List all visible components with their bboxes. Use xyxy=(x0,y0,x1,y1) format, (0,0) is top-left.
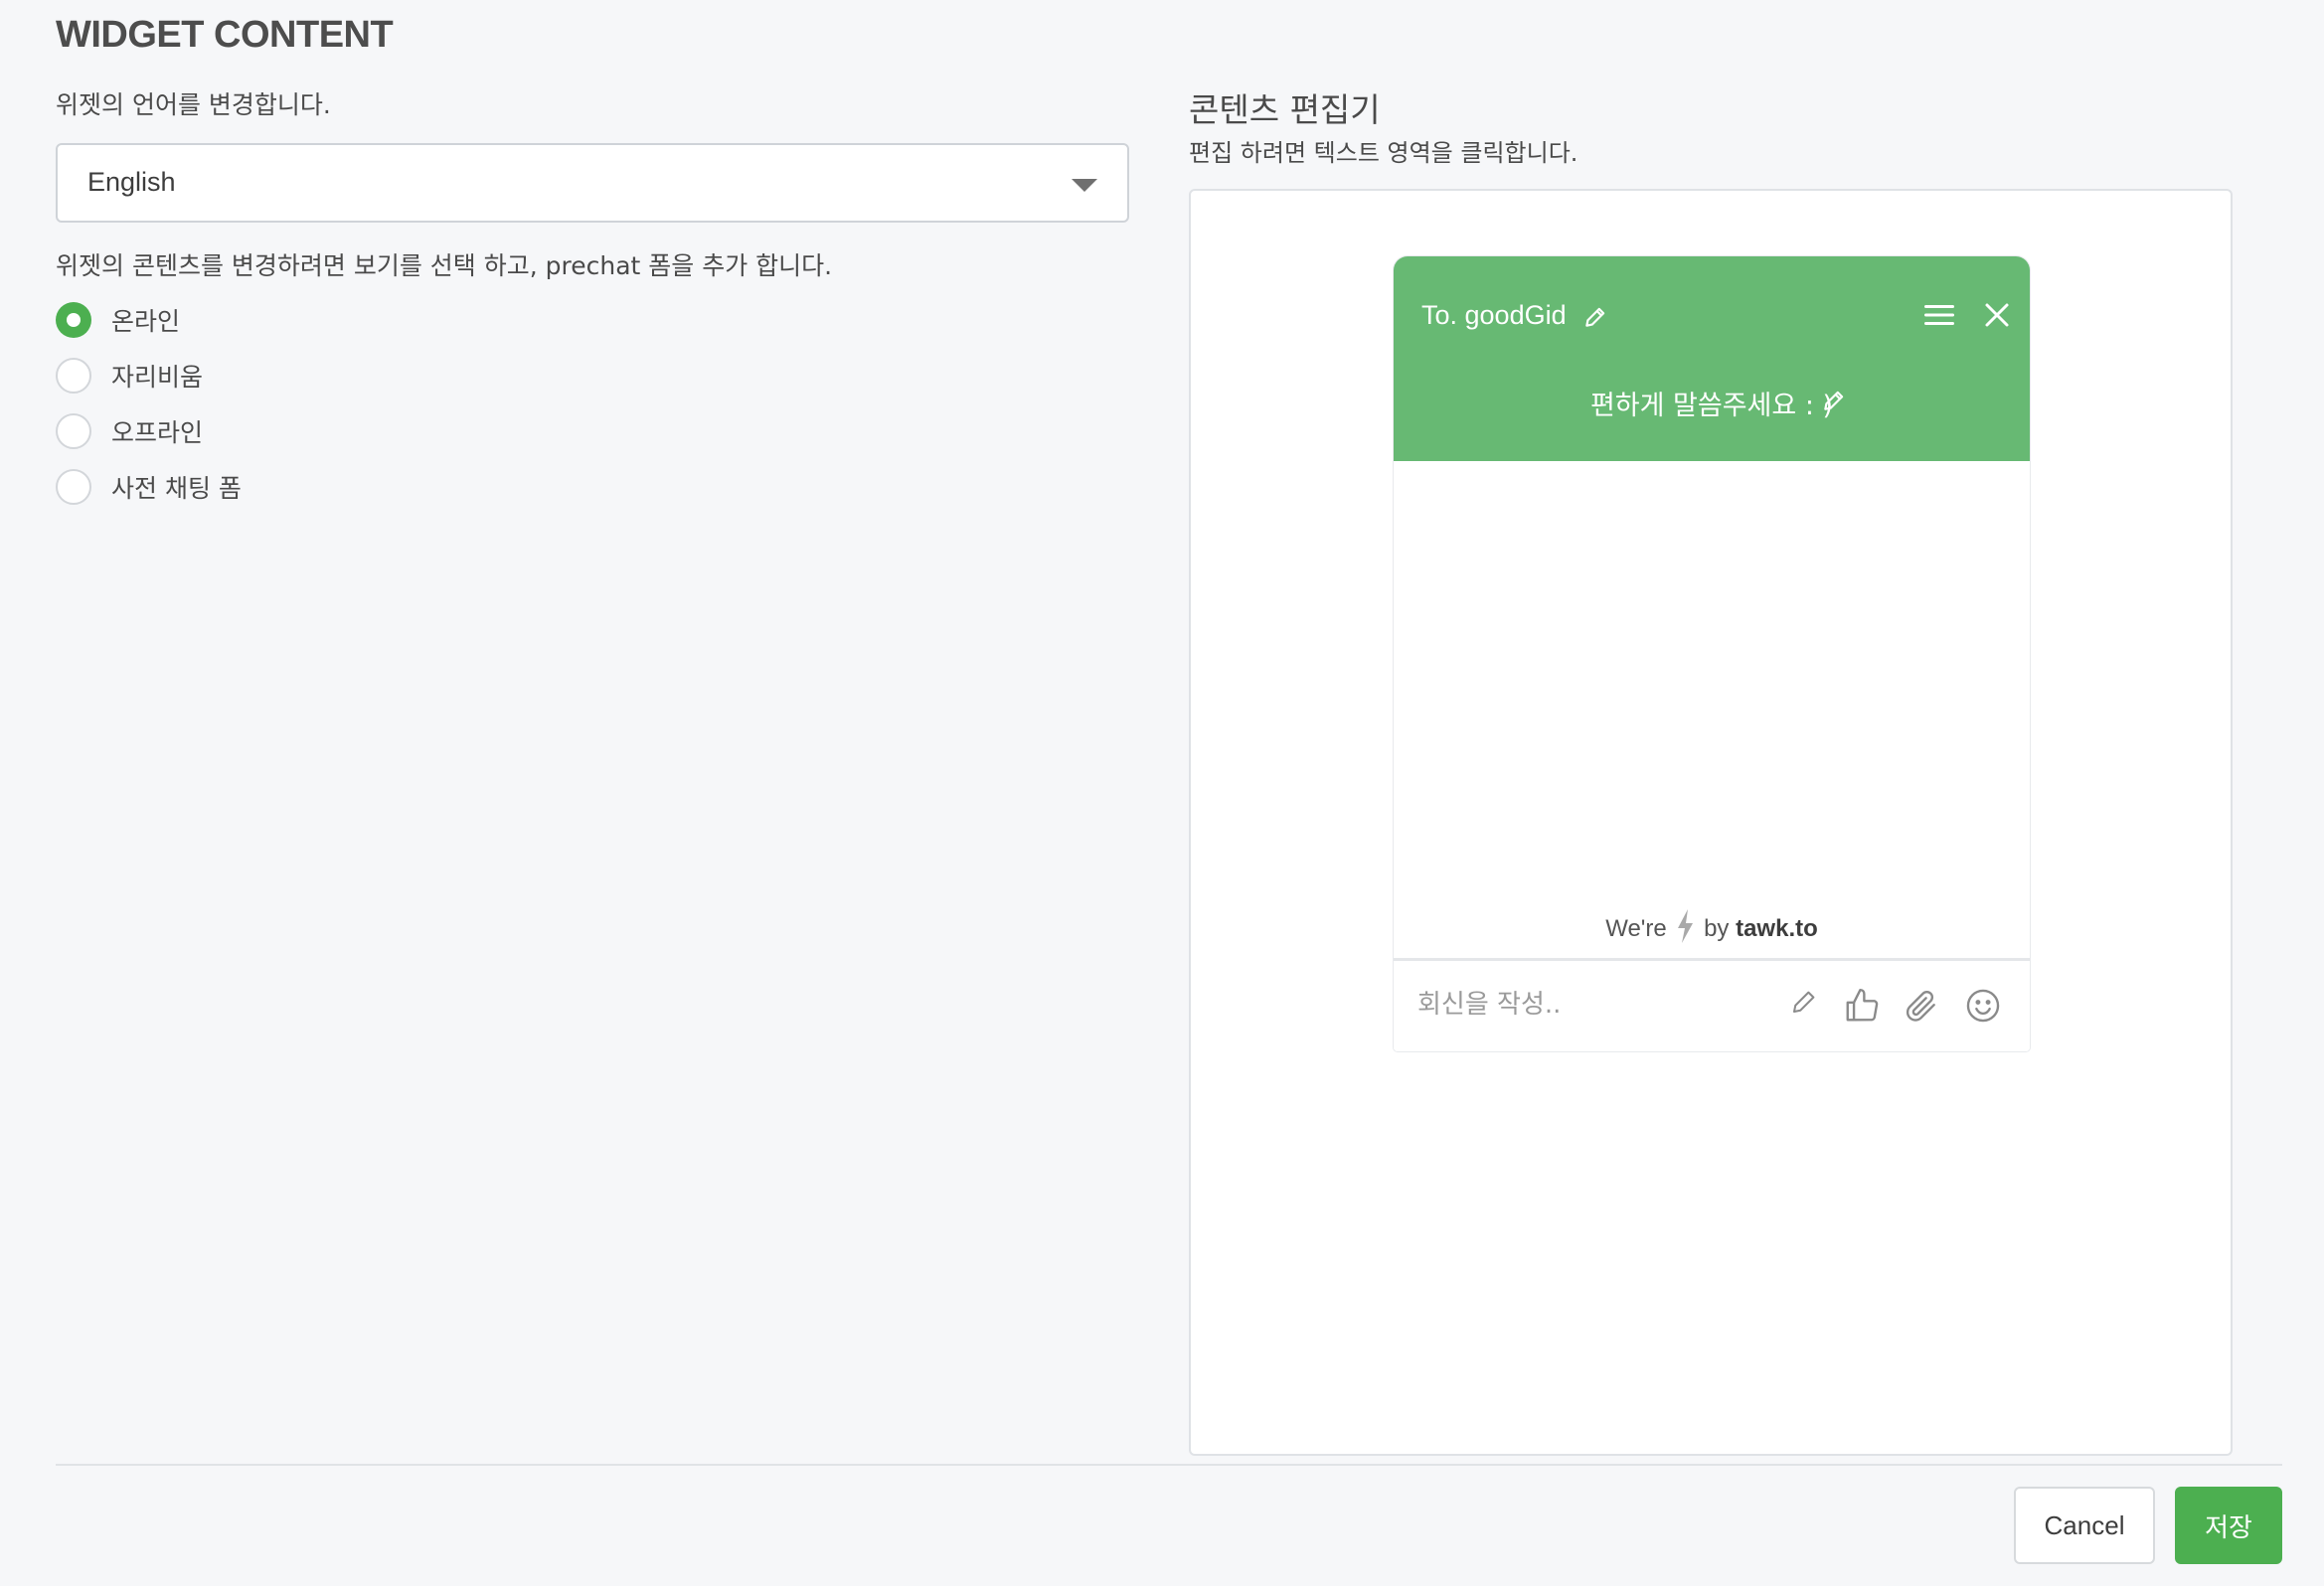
radio-offline[interactable]: 오프라인 xyxy=(56,411,203,451)
pencil-icon[interactable] xyxy=(1789,987,1819,1021)
radio-button-checked[interactable] xyxy=(56,302,91,338)
widget-content-settings: WIDGET CONTENT 위젯의 언어를 변경합니다. English 위젯… xyxy=(0,0,2324,1586)
widget-title[interactable]: To. goodGid xyxy=(1421,300,1567,331)
radio-button[interactable] xyxy=(56,469,91,505)
widget-header: To. goodGid 편하게 말씀주세요 : ) xyxy=(1394,256,2030,461)
edit-icon[interactable] xyxy=(1821,388,1847,417)
editor-title: 콘텐츠 편집기 xyxy=(1189,90,1381,129)
widget-subtitle[interactable]: 편하게 말씀주세요 : ) xyxy=(1394,384,2030,422)
language-description: 위젯의 언어를 변경합니다. xyxy=(56,90,331,119)
radio-button[interactable] xyxy=(56,358,91,394)
branding-line: We're by tawk.to xyxy=(1394,908,2030,951)
paperclip-icon[interactable] xyxy=(1903,987,1940,1029)
menu-icon[interactable] xyxy=(1922,302,1956,332)
radio-label: 자리비움 xyxy=(111,363,204,392)
branding-brand[interactable]: tawk.to xyxy=(1736,915,1818,942)
footer-divider xyxy=(56,1464,2282,1466)
radio-away[interactable]: 자리비움 xyxy=(56,356,203,396)
radio-label: 온라인 xyxy=(111,307,181,336)
language-select[interactable]: English xyxy=(56,143,1129,223)
save-button[interactable]: 저장 xyxy=(2175,1487,2282,1564)
close-icon[interactable] xyxy=(1984,302,2010,332)
chevron-down-icon xyxy=(1072,179,1097,192)
cancel-button[interactable]: Cancel xyxy=(2014,1487,2155,1564)
message-composer xyxy=(1394,958,2030,1051)
editor-description: 편집 하려면 텍스트 영역을 클릭합니다. xyxy=(1189,139,1578,167)
radio-online[interactable]: 온라인 xyxy=(56,300,180,340)
radio-label: 오프라인 xyxy=(111,418,204,447)
section-title: WIDGET CONTENT xyxy=(56,14,394,56)
lightning-icon xyxy=(1675,908,1695,951)
smiley-icon[interactable] xyxy=(1964,987,2002,1029)
radio-button[interactable] xyxy=(56,413,91,449)
language-select-value: English xyxy=(87,167,176,197)
reply-input[interactable] xyxy=(1417,985,1775,1025)
branding-by: by xyxy=(1704,914,1730,942)
radio-label: 사전 채팅 폼 xyxy=(111,474,242,503)
radio-prechat-form[interactable]: 사전 채팅 폼 xyxy=(56,467,242,507)
branding-prefix: We're xyxy=(1605,914,1667,942)
edit-icon[interactable] xyxy=(1582,304,1608,334)
view-description: 위젯의 콘텐츠를 변경하려면 보기를 선택 하고, prechat 폼을 추가 … xyxy=(56,251,833,280)
chat-widget-preview: To. goodGid 편하게 말씀주세요 : ) We're by tawk.… xyxy=(1394,256,2030,1051)
thumbs-up-icon[interactable] xyxy=(1843,987,1881,1029)
